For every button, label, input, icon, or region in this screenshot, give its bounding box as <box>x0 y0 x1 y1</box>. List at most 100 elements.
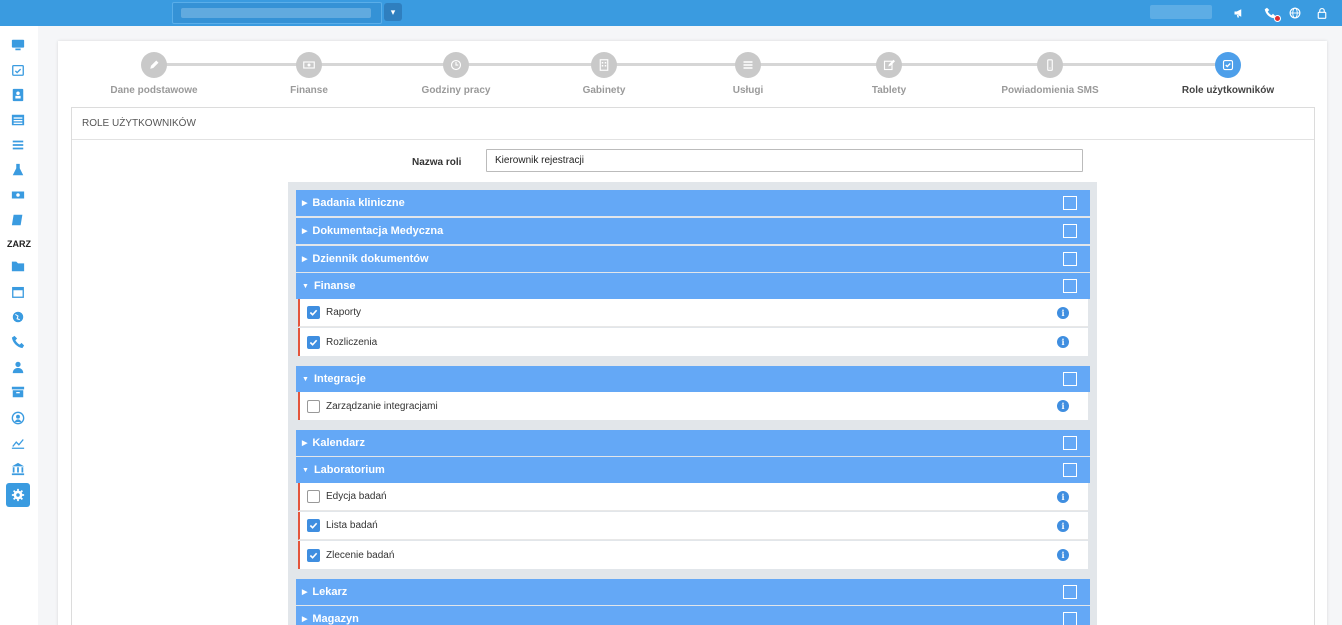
caret-right-icon: ▶ <box>302 256 308 263</box>
group-dokumentacja-medyczna[interactable]: ▶ Dokumentacja Medyczna <box>296 218 1090 244</box>
lock-icon[interactable] <box>1313 4 1331 22</box>
permission-label: Lista badań <box>326 520 378 531</box>
group-label: Dokumentacja Medyczna <box>312 225 444 237</box>
sidebar: ZARZ <box>0 26 38 625</box>
permission-lista-badan[interactable]: Lista badań i <box>298 512 1088 540</box>
permission-checkbox[interactable] <box>307 519 320 532</box>
permission-checkbox[interactable] <box>307 399 320 413</box>
caret-right-icon: ▶ <box>302 200 308 207</box>
group-label: Kalendarz <box>312 437 365 449</box>
info-icon[interactable]: i <box>1057 336 1069 348</box>
group-laboratorium[interactable]: ▼ Laboratorium <box>296 457 1090 483</box>
megaphone-icon[interactable] <box>1230 4 1248 22</box>
group-checkbox[interactable] <box>1063 224 1077 238</box>
permission-edycja-badan[interactable]: Edycja badań i <box>298 483 1088 511</box>
group-checkbox[interactable] <box>1063 196 1077 210</box>
step-powiadomienia-sms[interactable]: Powiadomienia SMS <box>980 52 1120 96</box>
caret-right-icon: ▶ <box>302 589 308 596</box>
info-icon[interactable]: i <box>1057 549 1069 561</box>
info-icon[interactable]: i <box>1057 307 1069 319</box>
group-label: Dziennik dokumentów <box>312 253 429 265</box>
group-integracje[interactable]: ▼ Integracje <box>296 366 1090 392</box>
group-kalendarz[interactable]: ▶ Kalendarz <box>296 430 1090 456</box>
caret-right-icon: ▶ <box>302 616 308 623</box>
group-badania-kliniczne[interactable]: ▶ Badania kliniczne <box>296 190 1090 216</box>
sidebar-section-label: ZARZ <box>7 239 31 249</box>
step-role-uzytkownikow[interactable]: Role użytkowników <box>1158 52 1298 96</box>
permission-zlecenie-badan[interactable]: Zlecenie badań i <box>298 541 1088 569</box>
step-label: Usługi <box>732 85 764 96</box>
archive-icon[interactable] <box>5 381 31 403</box>
group-checkbox[interactable] <box>1063 372 1077 386</box>
calendar-icon[interactable] <box>5 281 31 303</box>
book-icon[interactable] <box>5 209 31 231</box>
menu-icon[interactable] <box>5 134 31 156</box>
table-list-icon[interactable] <box>5 109 31 131</box>
permission-checkbox[interactable] <box>307 490 320 503</box>
chevron-down-icon[interactable]: ▾ <box>384 3 402 21</box>
permission-label: Rozliczenia <box>326 336 378 348</box>
permission-label: Zarządzanie integracjami <box>326 400 438 412</box>
globe-icon[interactable] <box>1286 4 1304 22</box>
top-bar: ▾ <box>0 0 1342 26</box>
permission-checkbox[interactable] <box>307 548 320 562</box>
bank-icon[interactable] <box>5 458 31 480</box>
contact-card-icon[interactable] <box>5 84 31 106</box>
flask-icon[interactable] <box>5 159 31 181</box>
permission-label: Edycja badań <box>326 491 387 502</box>
group-label: Badania kliniczne <box>312 197 405 209</box>
step-godziny-pracy[interactable]: Godziny pracy <box>386 52 526 96</box>
permission-label: Zlecenie badań <box>326 549 395 561</box>
group-magazyn[interactable]: ▶ Magazyn <box>296 606 1090 625</box>
permission-rozliczenia[interactable]: Rozliczenia i <box>298 328 1088 356</box>
group-label: Laboratorium <box>313 464 385 476</box>
caret-down-icon: ▼ <box>302 375 309 383</box>
user-name[interactable] <box>1150 5 1212 19</box>
folder-icon[interactable] <box>5 255 31 277</box>
group-dziennik-dokumentow[interactable]: ▶ Dziennik dokumentów <box>296 246 1090 272</box>
clock-icon <box>443 52 469 78</box>
money-icon <box>296 52 322 78</box>
group-label: Lekarz <box>312 586 348 598</box>
group-checkbox[interactable] <box>1063 436 1077 450</box>
step-finanse[interactable]: Finanse <box>239 52 379 96</box>
globe-icon[interactable] <box>5 306 31 328</box>
phone-icon[interactable] <box>5 331 31 353</box>
permission-zarzadzanie-integracjami[interactable]: Zarządzanie integracjami i <box>298 392 1088 420</box>
group-checkbox[interactable] <box>1063 585 1077 599</box>
settings-gear-icon[interactable] <box>6 483 30 507</box>
permission-checkbox[interactable] <box>307 335 320 349</box>
main-card: Dane podstawowe Finanse Godziny pracy Ga… <box>58 41 1327 625</box>
money-icon[interactable] <box>5 184 31 206</box>
permission-raporty[interactable]: Raporty i <box>298 299 1088 327</box>
group-checkbox[interactable] <box>1063 252 1077 266</box>
calendar-check-icon[interactable] <box>5 59 31 81</box>
info-icon[interactable]: i <box>1057 400 1069 412</box>
group-checkbox[interactable] <box>1063 279 1077 293</box>
step-dane-podstawowe[interactable]: Dane podstawowe <box>84 52 224 96</box>
step-label: Gabinety <box>582 85 626 96</box>
users-icon[interactable] <box>5 356 31 378</box>
user-circle-icon[interactable] <box>5 407 31 429</box>
step-tablety[interactable]: Tablety <box>819 52 959 96</box>
step-uslugi[interactable]: Usługi <box>678 52 818 96</box>
step-gabinety[interactable]: Gabinety <box>534 52 674 96</box>
location-select[interactable] <box>172 2 382 24</box>
building-icon <box>591 52 617 78</box>
group-checkbox[interactable] <box>1063 612 1077 625</box>
mobile-phone-icon <box>1037 52 1063 78</box>
role-name-input[interactable] <box>486 149 1083 172</box>
info-icon[interactable]: i <box>1057 491 1069 503</box>
role-name-label: Nazwa roli <box>412 157 462 168</box>
list-icon <box>735 52 761 78</box>
step-label: Dane podstawowe <box>110 85 198 96</box>
group-lekarz[interactable]: ▶ Lekarz <box>296 579 1090 605</box>
roles-panel: Role użytkowników Nazwa roli ▶ Badania k… <box>71 107 1315 625</box>
monitor-icon[interactable] <box>5 34 31 56</box>
group-checkbox[interactable] <box>1063 463 1077 477</box>
pencil-icon <box>141 52 167 78</box>
info-icon[interactable]: i <box>1057 520 1069 532</box>
permission-checkbox[interactable] <box>307 306 320 319</box>
chart-line-icon[interactable] <box>5 432 31 454</box>
group-finanse[interactable]: ▼ Finanse <box>296 273 1090 299</box>
